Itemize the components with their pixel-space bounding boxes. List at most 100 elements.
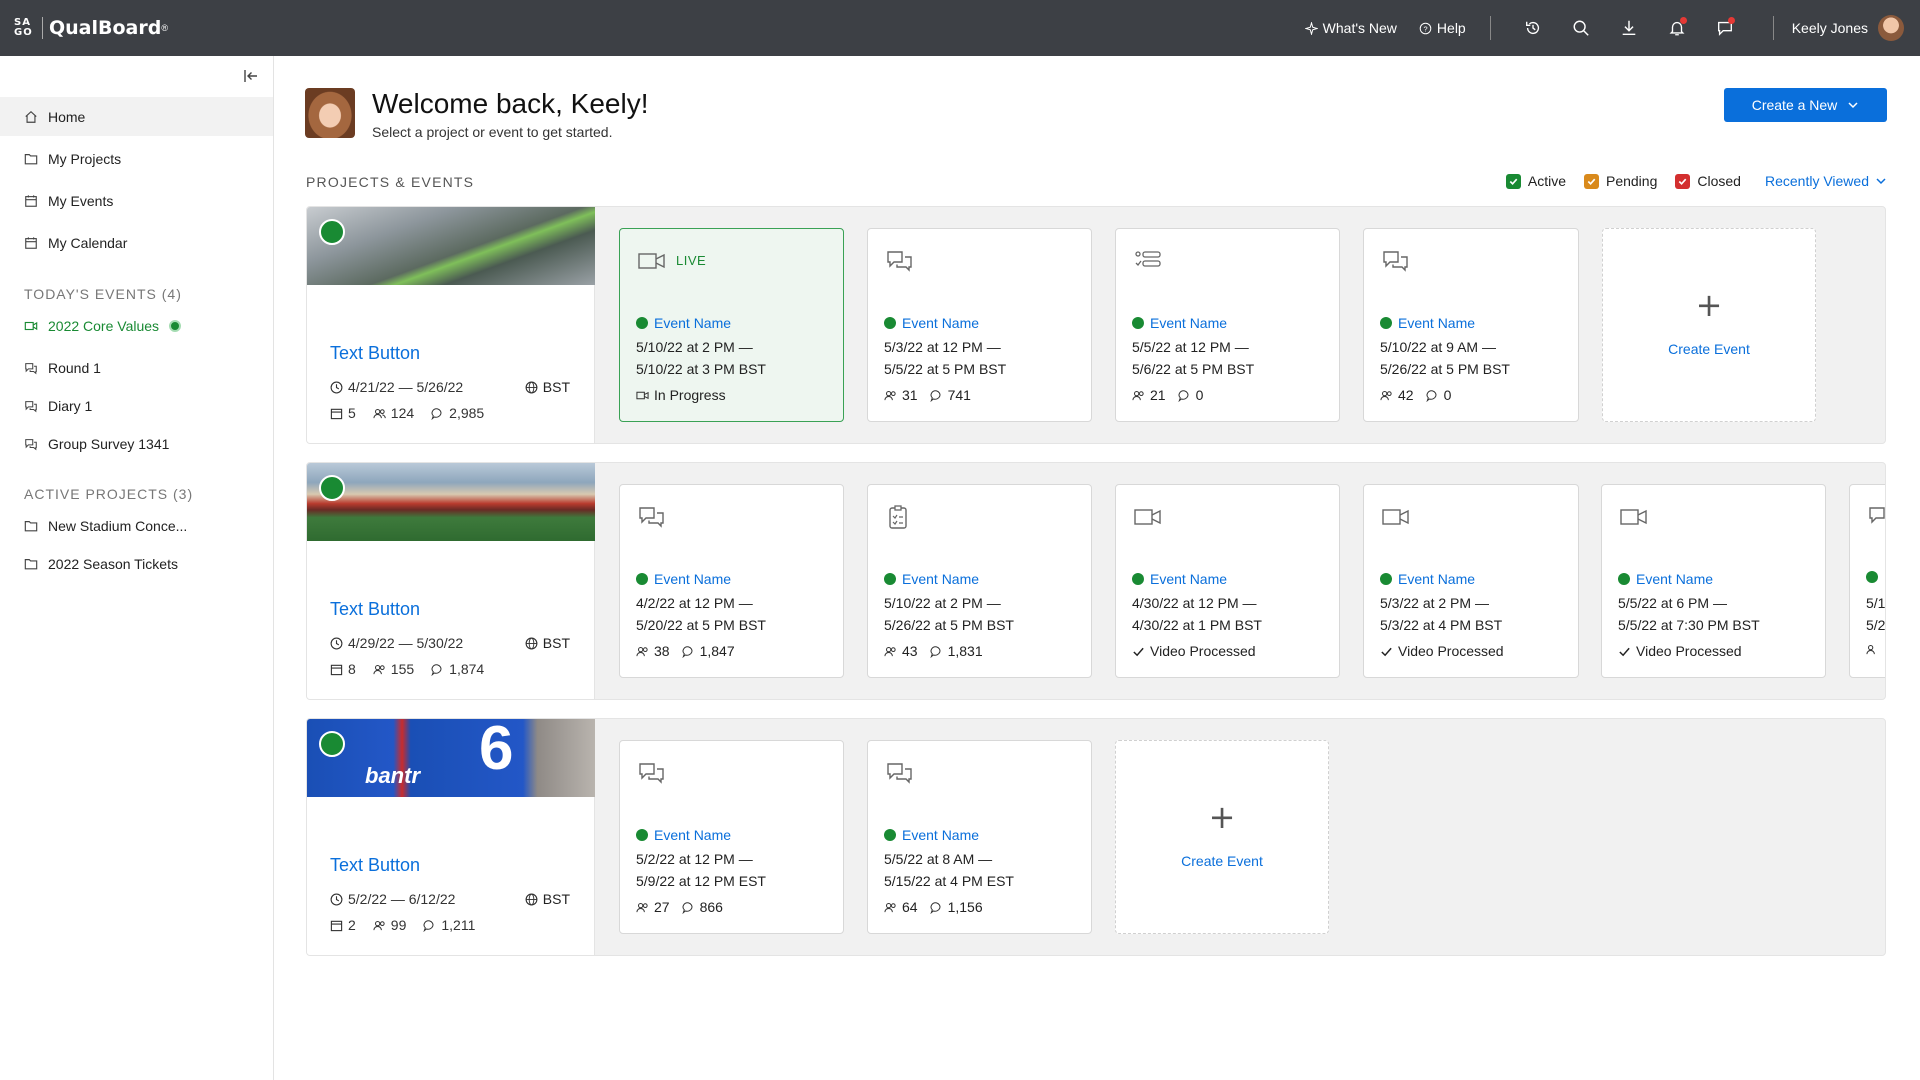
checkmark-icon xyxy=(1133,647,1144,656)
sidebar-event-item[interactable]: Round 1 xyxy=(24,360,101,376)
sidebar-item-label: My Calendar xyxy=(48,234,128,251)
app-logo[interactable]: SA GO QualBoard ® xyxy=(14,17,168,39)
sidebar-event-item[interactable]: 2022 Core Values xyxy=(24,318,182,334)
event-name-label: Event Name xyxy=(1636,571,1714,587)
download-button[interactable] xyxy=(1605,19,1653,37)
sidebar-item-my-calendar[interactable]: My Calendar xyxy=(0,223,273,262)
calendar-icon xyxy=(25,194,37,207)
event-card[interactable]: Event Name 4/2/22 at 12 PM — 5/20/22 at … xyxy=(619,484,844,678)
sidebar: Home My Projects My Events My Calendar T… xyxy=(0,56,274,1080)
help-link[interactable]: ? Help xyxy=(1419,20,1466,36)
event-end: 5/26/22 at 5 PM BST xyxy=(1380,361,1510,377)
messages-button[interactable] xyxy=(1701,17,1749,37)
notifications-button[interactable] xyxy=(1653,17,1701,37)
project-title[interactable]: Text Button xyxy=(330,855,420,876)
event-name[interactable]: Event Name xyxy=(1618,571,1713,587)
participant-count: 27 xyxy=(654,899,670,915)
video-icon xyxy=(638,253,665,269)
status-active-indicator xyxy=(1380,573,1392,585)
checkbox-checked-icon[interactable] xyxy=(1583,173,1599,189)
sidebar-project-item[interactable]: 2022 Season Tickets xyxy=(24,556,178,572)
timezone-label: BST xyxy=(542,635,570,651)
checkmark-icon xyxy=(1619,647,1630,656)
sidebar-item-label: Home xyxy=(48,108,86,125)
project-card[interactable]: Text Button 4/29/22 — 5/30/22 BST 8 155 … xyxy=(307,463,595,699)
sidebar-item-my-events[interactable]: My Events xyxy=(0,181,273,220)
project-card[interactable]: Text Button 4/21/22 — 5/26/22 BST 5 124 … xyxy=(307,207,595,443)
whats-new-label: What's New xyxy=(1322,20,1397,36)
comment-count: 866 xyxy=(699,899,723,915)
event-name[interactable] xyxy=(1866,571,1878,583)
comment-icon xyxy=(1177,389,1188,402)
timezone-label: BST xyxy=(542,379,570,395)
status-active-indicator xyxy=(884,317,896,329)
live-label: LIVE xyxy=(676,253,707,268)
event-card[interactable]: Event Name 5/3/22 at 2 PM — 5/3/22 at 4 … xyxy=(1363,484,1579,678)
history-button[interactable] xyxy=(1509,19,1557,37)
event-name[interactable]: Event Name xyxy=(884,571,979,587)
event-stats: 27 866 xyxy=(636,899,735,915)
create-new-button[interactable]: Create a New xyxy=(1724,88,1887,122)
event-name[interactable]: Event Name xyxy=(636,315,731,331)
sidebar-item-my-projects[interactable]: My Projects xyxy=(0,139,273,178)
event-stats: 31 741 xyxy=(884,387,983,403)
sidebar-event-label: Diary 1 xyxy=(48,398,93,414)
discussion-icon xyxy=(1383,251,1408,272)
event-card[interactable]: Event Name 5/10/22 at 9 AM — 5/26/22 at … xyxy=(1363,228,1579,422)
filter-pending[interactable]: Pending xyxy=(1583,173,1657,189)
event-name-label: Event Name xyxy=(654,315,732,331)
event-name[interactable]: Event Name xyxy=(636,827,731,843)
event-name[interactable]: Event Name xyxy=(1380,315,1475,331)
project-title[interactable]: Text Button xyxy=(330,343,420,364)
project-title[interactable]: Text Button xyxy=(330,599,420,620)
sort-dropdown[interactable]: Recently Viewed xyxy=(1765,173,1887,189)
event-name[interactable]: Event Name xyxy=(884,315,979,331)
sidebar-event-item[interactable]: Group Survey 1341 xyxy=(24,436,169,452)
event-card[interactable]: Event Name 5/2/22 at 12 PM — 5/9/22 at 1… xyxy=(619,740,844,934)
project-image xyxy=(307,207,595,285)
collapse-sidebar-icon[interactable] xyxy=(243,68,259,84)
filter-closed[interactable]: Closed xyxy=(1675,173,1741,189)
comment-count: 1,847 xyxy=(699,643,735,659)
event-card[interactable]: Event Name 5/3/22 at 12 PM — 5/5/22 at 5… xyxy=(867,228,1092,422)
event-status-label: Video Processed xyxy=(1150,643,1256,659)
event-stats: 42 0 xyxy=(1380,387,1463,403)
user-menu[interactable]: Keely Jones xyxy=(1792,15,1904,41)
participants-icon xyxy=(373,408,386,418)
project-card[interactable]: 6 bantr Text Button 5/2/22 — 6/12/22 BST… xyxy=(307,719,595,955)
event-card[interactable]: Event Name 4/30/22 at 12 PM — 4/30/22 at… xyxy=(1115,484,1340,678)
checkbox-checked-icon[interactable] xyxy=(1505,173,1521,189)
event-card[interactable]: Event Name 5/10/22 at 2 PM — 5/26/22 at … xyxy=(867,484,1092,678)
chevron-down-icon xyxy=(1848,102,1858,109)
whats-new-link[interactable]: What's New xyxy=(1304,20,1397,36)
sidebar-event-label: Round 1 xyxy=(48,360,101,376)
event-name-label: Event Name xyxy=(902,827,980,843)
sidebar-event-item[interactable]: Diary 1 xyxy=(24,398,92,414)
event-name[interactable]: Event Name xyxy=(884,827,979,843)
event-name[interactable]: Event Name xyxy=(1380,571,1475,587)
sidebar-project-item[interactable]: New Stadium Conce... xyxy=(24,518,187,534)
jersey-number: 6 xyxy=(479,719,514,783)
comment-icon xyxy=(681,645,692,658)
create-event-card[interactable]: + Create Event xyxy=(1602,228,1816,422)
participants-icon xyxy=(1866,644,1875,655)
search-button[interactable] xyxy=(1557,19,1605,37)
event-name[interactable]: Event Name xyxy=(1132,315,1227,331)
create-event-card[interactable]: + Create Event xyxy=(1115,740,1329,934)
plus-icon: + xyxy=(1695,286,1723,324)
sidebar-item-home[interactable]: Home xyxy=(0,97,273,136)
checkbox-checked-icon[interactable] xyxy=(1675,173,1691,189)
participant-count: 99 xyxy=(390,917,407,933)
svg-text:?: ? xyxy=(1423,24,1427,33)
event-card[interactable]: Event Name 5/5/22 at 6 PM — 5/5/22 at 7:… xyxy=(1601,484,1826,678)
calendar-icon xyxy=(330,664,343,675)
event-card[interactable]: LIVE Event Name 5/10/22 at 2 PM — 5/10/2… xyxy=(619,228,844,422)
event-card-partial[interactable]: 5/1 5/2 xyxy=(1849,484,1885,678)
event-name[interactable]: Event Name xyxy=(636,571,731,587)
event-card[interactable]: Event Name 5/5/22 at 8 AM — 5/15/22 at 4… xyxy=(867,740,1092,934)
event-card[interactable]: Event Name 5/5/22 at 12 PM — 5/6/22 at 5… xyxy=(1115,228,1340,422)
event-end: 5/26/22 at 5 PM BST xyxy=(884,617,1014,633)
event-start: 5/10/22 at 2 PM — xyxy=(636,339,753,355)
filter-active[interactable]: Active xyxy=(1505,173,1566,189)
event-name[interactable]: Event Name xyxy=(1132,571,1227,587)
